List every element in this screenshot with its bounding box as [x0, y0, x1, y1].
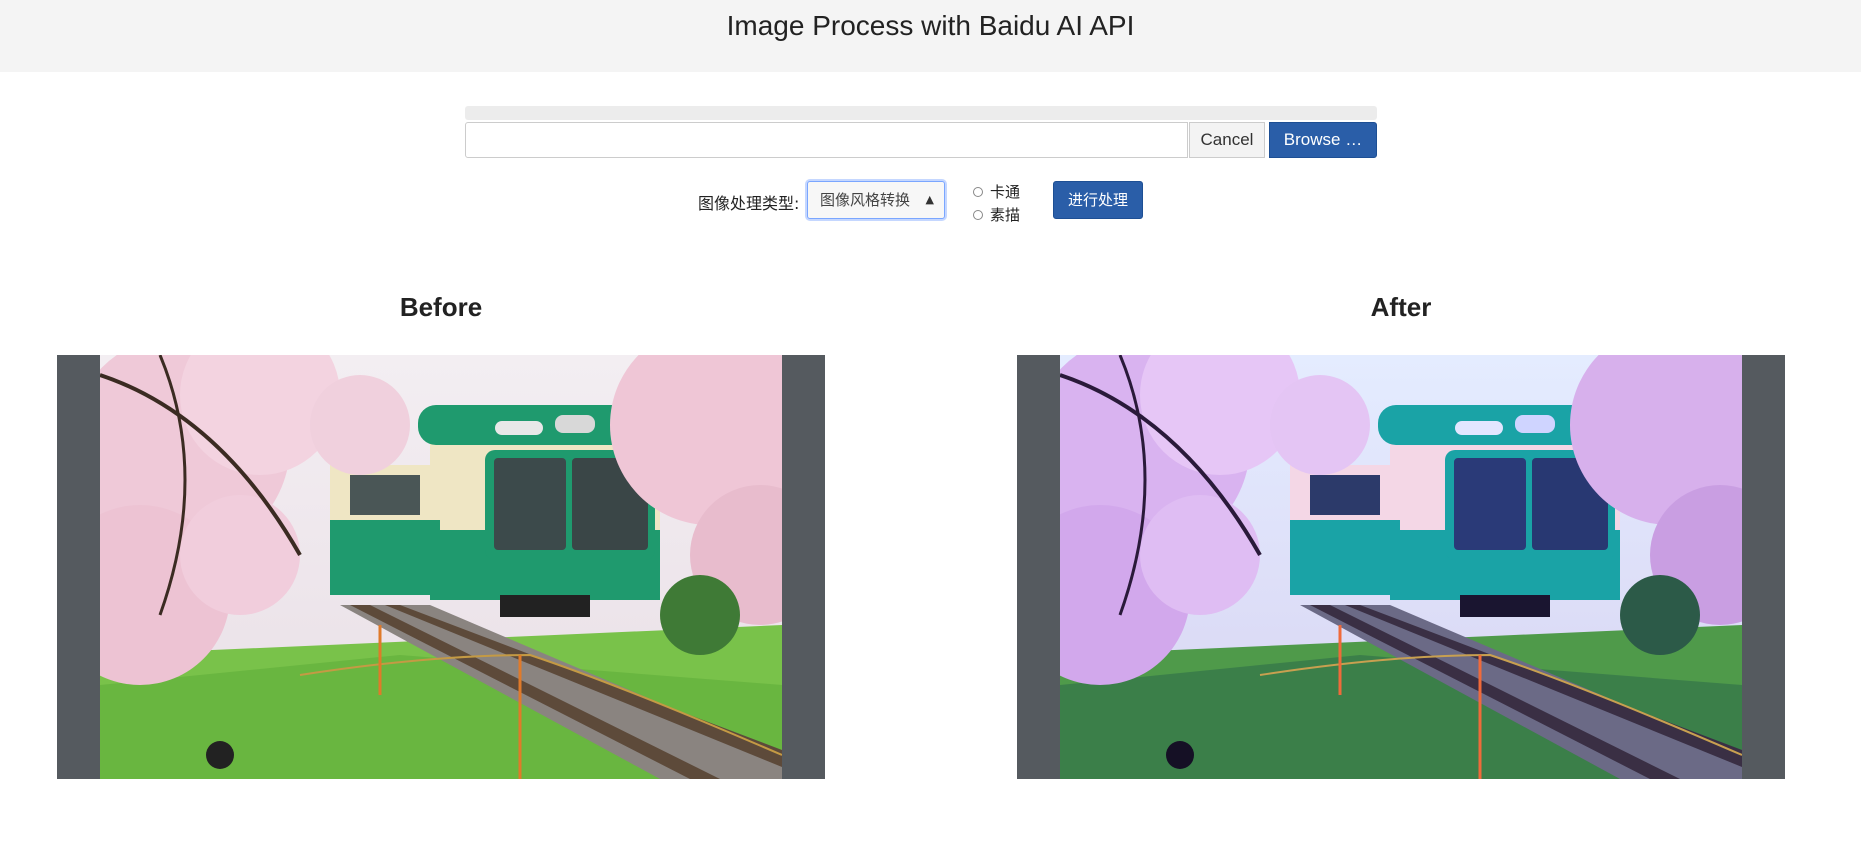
before-image	[100, 355, 782, 779]
radio-option-sketch[interactable]: 素描	[973, 203, 1020, 226]
style-radio-group: 卡通 素描	[973, 180, 1020, 226]
before-image-frame	[57, 355, 825, 779]
select-arrows-icon: ▲	[925, 193, 934, 206]
browse-button[interactable]: Browse …	[1269, 122, 1377, 158]
process-type-select[interactable]: 图像风格转换 ▲	[807, 181, 945, 219]
radio-circle-icon[interactable]	[973, 186, 983, 197]
before-title: Before	[399, 292, 483, 322]
file-path-input[interactable]	[465, 122, 1188, 158]
after-image	[1060, 355, 1742, 779]
radio-label-sketch: 素描	[990, 206, 1021, 224]
radio-label-cartoon: 卡通	[990, 183, 1021, 201]
after-title: After	[1370, 292, 1432, 322]
process-button[interactable]: 进行处理	[1053, 181, 1143, 219]
after-image-frame	[1017, 355, 1785, 779]
radio-option-cartoon[interactable]: 卡通	[973, 180, 1020, 203]
radio-circle-icon[interactable]	[973, 209, 983, 220]
cancel-button[interactable]: Cancel	[1189, 122, 1265, 158]
page-title: Image Process with Baidu AI API	[726, 10, 1135, 41]
header-bar: Image Process with Baidu AI API	[0, 0, 1861, 72]
upload-progress-bar	[465, 106, 1377, 120]
process-type-label: 图像处理类型:	[698, 194, 800, 213]
process-type-select-value: 图像风格转换	[820, 191, 911, 209]
